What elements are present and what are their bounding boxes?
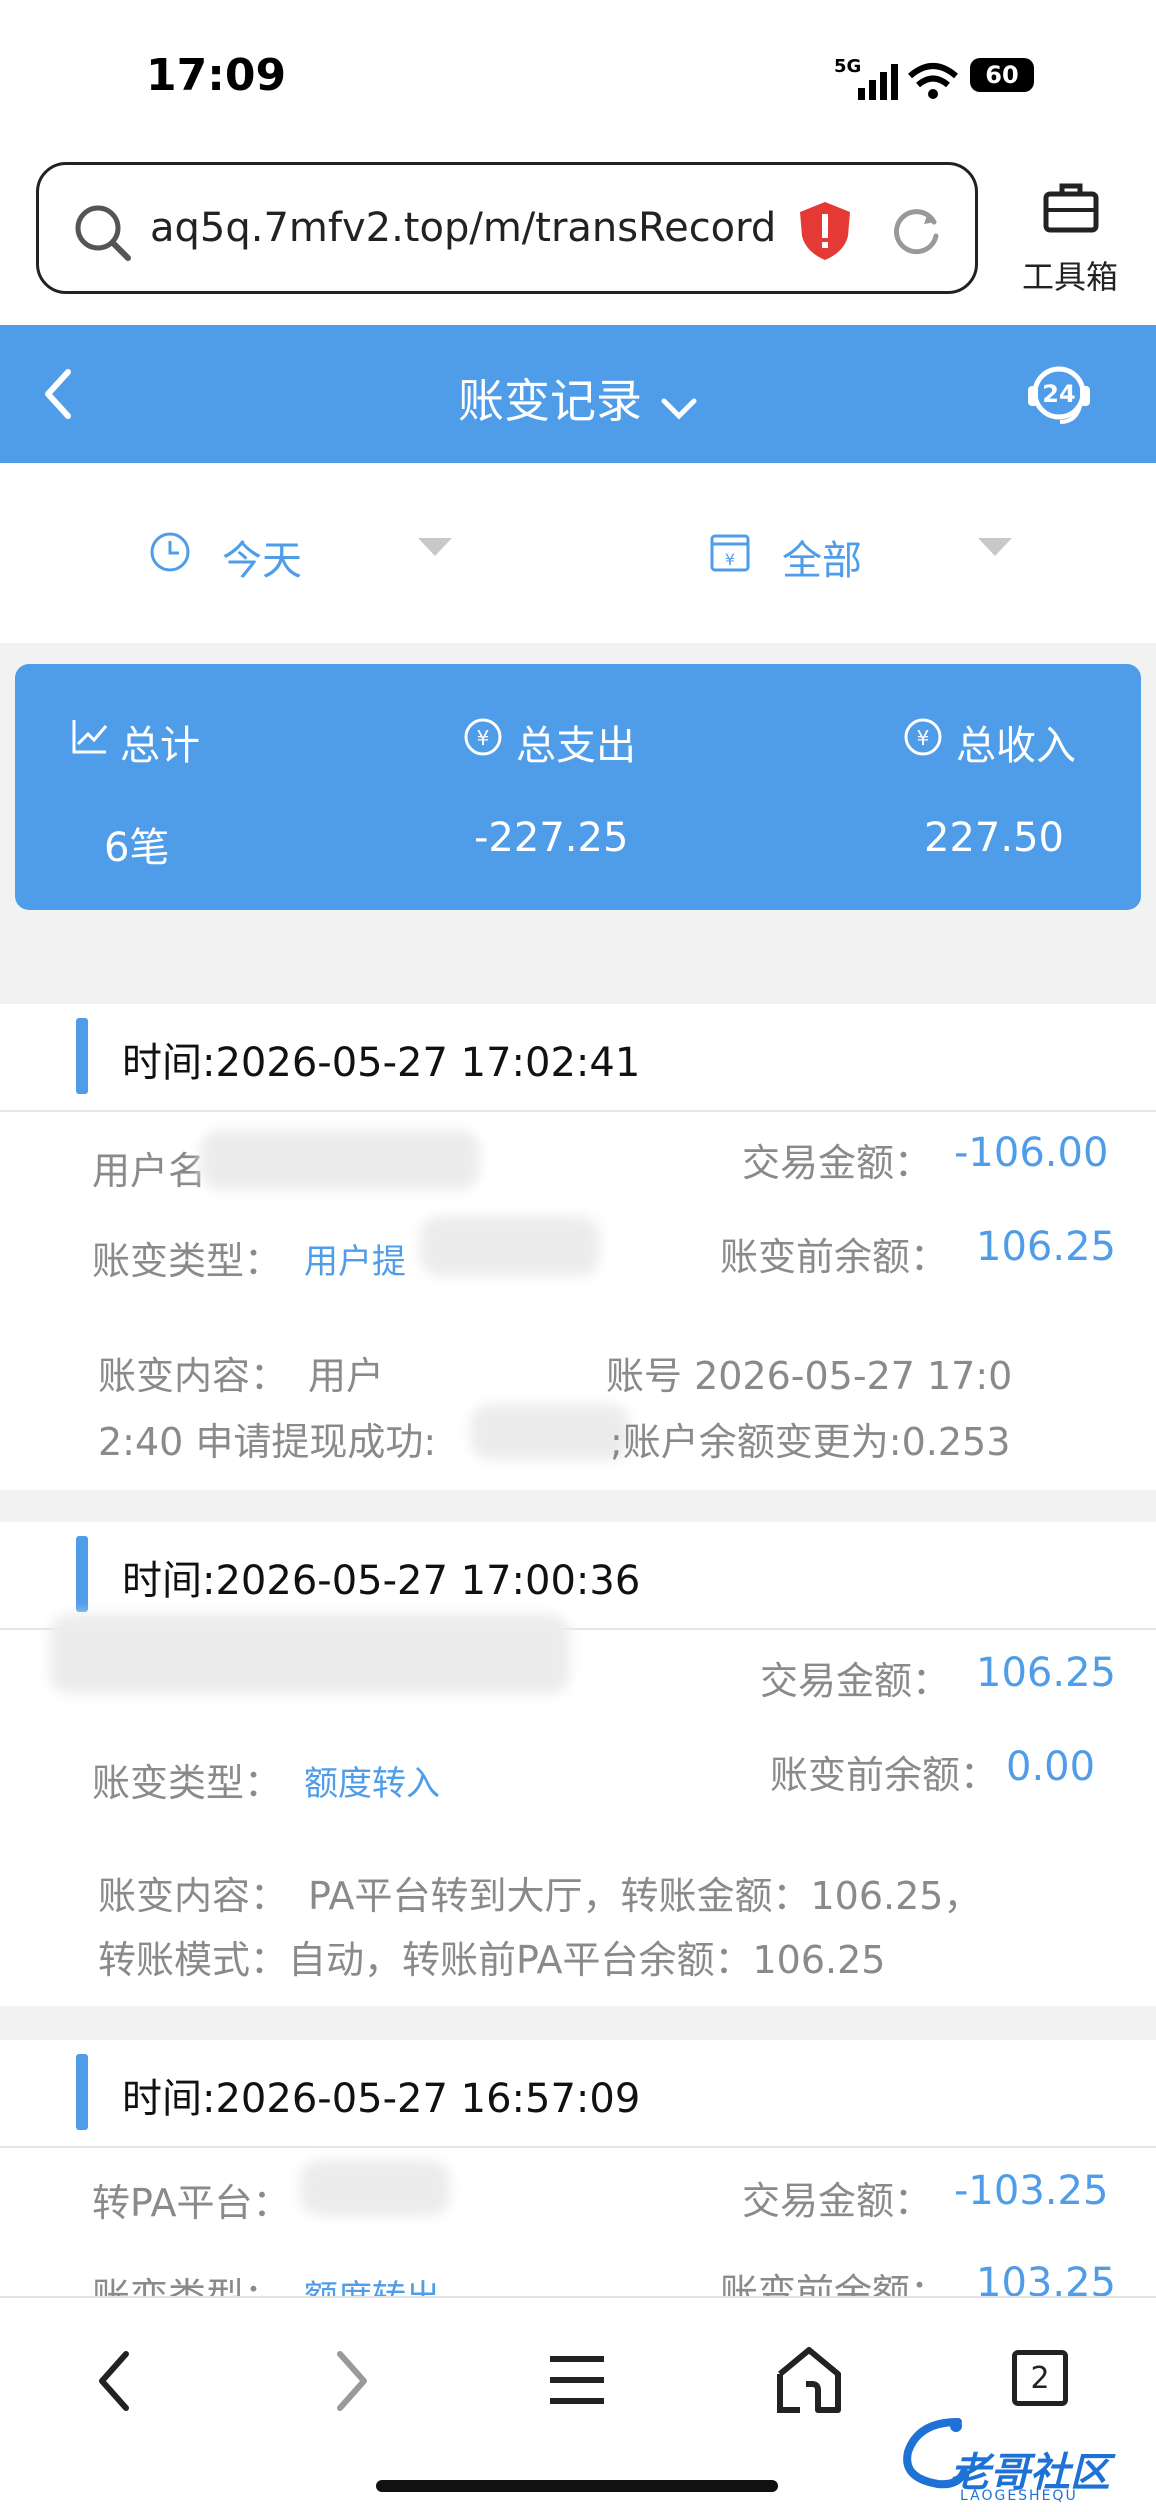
summary-expense-value: -227.25 [474,815,629,861]
dropdown-arrow-icon[interactable] [978,538,1012,562]
record-user: 用户名 [92,1149,207,1193]
tab-count: 2 [1030,2360,1050,2396]
redacted-area [420,1216,600,1276]
balance-before-label: 账变前余额： [770,1753,999,1797]
amount-label: 交易金额： [742,2179,933,2223]
back-nav-icon[interactable] [92,2348,136,2418]
redacted-area [300,2160,450,2216]
url-text[interactable]: aq5q.7mfv2.top/m/transRecord [150,205,776,251]
calendar-yuan-icon: ¥ [708,530,752,578]
chart-trend-icon [70,716,110,760]
redacted-area [50,1614,570,1694]
content-label: 账变内容： [98,1874,289,1918]
record-time: 时间:2026-05-27 17:00:36 [122,1558,641,1604]
toolbox-label[interactable]: 工具箱 [1022,252,1118,298]
record-accent-bar [76,2054,88,2130]
yuan-out-icon: ¥ [462,716,504,762]
balance-before-value: 106.25 [976,1224,1116,1270]
redacted-area [470,1404,630,1460]
type-label: 账变类型： [92,1239,283,1283]
content-text: 用户 [308,1354,385,1398]
home-indicator [376,2480,778,2492]
record-time: 时间:2026-05-27 16:57:09 [122,2076,641,2122]
summary-total-value: 6笔 [104,825,170,871]
menu-icon[interactable] [548,2352,606,2412]
svg-text:¥: ¥ [477,726,490,750]
svg-text:24: 24 [1042,380,1075,408]
yuan-in-icon: ¥ [902,716,944,762]
clock-icon [148,530,192,578]
content-text: 转账模式：自动，转账前PA平台余额：106.25 [98,1938,886,1982]
record-accent-bar [76,1536,88,1612]
watermark-subtext: LAOGESHEQU [960,2488,1078,2504]
type-value: 额度转入 [304,1764,440,1804]
signal-icon: 5G [830,54,970,108]
page-title-text: 账变记录 [458,374,642,428]
redacted-area [200,1130,480,1190]
content-text: 2:40 申请提现成功: [98,1420,437,1464]
toolbox-icon[interactable] [1042,178,1100,240]
summary-card [15,664,1141,910]
svg-text:5G: 5G [834,56,861,77]
svg-text:¥: ¥ [725,550,735,569]
record-time: 时间:2026-05-27 17:02:41 [122,1040,641,1086]
amount-value: -106.00 [954,1130,1109,1176]
chevron-down-icon [660,378,698,432]
date-filter[interactable]: 今天 [222,528,302,586]
type-filter[interactable]: 全部 [782,528,862,586]
home-icon[interactable] [774,2344,844,2420]
forward-nav-icon[interactable] [330,2348,374,2418]
content-label: 账变内容： [98,1354,289,1398]
summary-total-label: 总计 [120,723,200,769]
type-label: 账变类型： [92,1761,283,1805]
battery-icon: 60 [970,58,1034,92]
customer-service-24h-icon[interactable]: 24 [1024,360,1094,434]
battery-level: 60 [985,61,1019,89]
security-warning-icon[interactable] [798,200,852,266]
amount-label: 交易金额： [760,1659,951,1703]
balance-before-label: 账变前余额： [720,1235,949,1279]
amount-label: 交易金额： [742,1141,933,1185]
page-title[interactable]: 账变记录 [0,365,1156,432]
record-accent-bar [76,1018,88,1094]
content-text: ;账户余额变更为:0.253 [610,1420,1011,1464]
balance-before-value: 0.00 [1006,1744,1096,1790]
tabs-button[interactable]: 2 [1012,2350,1068,2406]
status-time: 17:09 [146,50,287,101]
type-value: 用户提 [304,1242,406,1282]
summary-income-label: 总收入 [956,723,1076,769]
summary-expense-label: 总支出 [516,723,636,769]
reload-icon[interactable] [888,204,944,264]
content-text: PA平台转到大厅，转账金额：106.25， [308,1874,982,1918]
record-user: 转PA平台： [92,2181,291,2225]
amount-value: 106.25 [976,1650,1116,1696]
content-text: 账号 2026-05-27 17:0 [606,1354,1013,1398]
svg-text:¥: ¥ [917,726,930,750]
search-icon [70,200,134,268]
summary-income-value: 227.50 [924,815,1064,861]
amount-value: -103.25 [954,2168,1109,2214]
dropdown-arrow-icon[interactable] [418,538,452,562]
